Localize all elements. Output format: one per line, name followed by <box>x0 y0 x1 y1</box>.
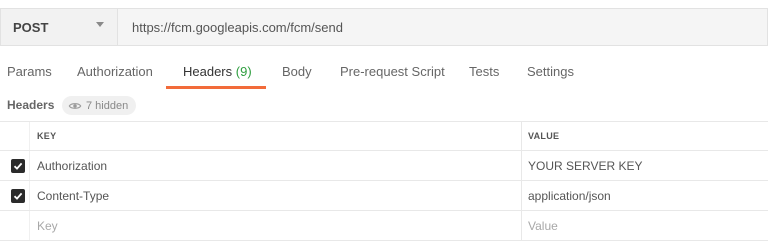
check-icon <box>13 162 23 170</box>
check-icon <box>13 192 23 200</box>
table-row: Authorization YOUR SERVER KEY <box>0 151 768 181</box>
column-divider <box>521 211 522 240</box>
chevron-down-icon <box>96 22 104 27</box>
table-header-row: KEY VALUE <box>0 121 768 151</box>
headers-table: KEY VALUE Authorization YOUR SERVER KEY … <box>0 121 768 241</box>
hidden-headers-toggle[interactable]: 7 hidden <box>62 96 137 115</box>
column-divider <box>29 211 30 240</box>
new-key-input[interactable]: Key <box>37 211 58 240</box>
tab-headers-label: Headers <box>183 64 233 79</box>
new-value-input[interactable]: Value <box>528 211 558 240</box>
request-tabs: Params Authorization Headers (9) Body Pr… <box>0 64 768 90</box>
row-checkbox[interactable] <box>11 159 25 173</box>
tab-authorization[interactable]: Authorization <box>77 64 153 79</box>
column-divider <box>29 122 30 150</box>
column-divider <box>521 122 522 150</box>
headers-title: Headers <box>7 98 55 112</box>
header-key-cell[interactable]: Authorization <box>37 151 107 180</box>
column-divider <box>521 181 522 210</box>
row-checkbox[interactable] <box>11 189 25 203</box>
column-divider <box>521 151 522 180</box>
tab-pre-request-script[interactable]: Pre-request Script <box>340 64 445 79</box>
hidden-headers-label: 7 hidden <box>86 99 129 112</box>
tab-tests[interactable]: Tests <box>469 64 499 79</box>
tab-settings[interactable]: Settings <box>527 64 574 79</box>
column-divider <box>29 181 30 210</box>
tab-headers-count: (9) <box>235 64 252 79</box>
column-header-value: VALUE <box>528 131 560 141</box>
tab-params[interactable]: Params <box>7 64 52 79</box>
method-select[interactable]: POST <box>0 8 117 46</box>
table-row: Content-Type application/json <box>0 181 768 211</box>
tab-headers[interactable]: Headers (9) <box>183 64 252 79</box>
header-value-cell[interactable]: application/json <box>528 181 611 210</box>
url-input[interactable]: https://fcm.googleapis.com/fcm/send <box>117 8 768 46</box>
column-header-key: KEY <box>37 131 57 141</box>
method-label: POST <box>13 19 49 35</box>
table-row-new: Key Value <box>0 211 768 241</box>
column-divider <box>29 151 30 180</box>
tab-body[interactable]: Body <box>282 64 312 79</box>
request-bar: POST https://fcm.googleapis.com/fcm/send <box>0 8 768 46</box>
header-value-cell[interactable]: YOUR SERVER KEY <box>528 151 642 180</box>
active-tab-indicator <box>166 86 266 89</box>
headers-subbar: Headers 7 hidden <box>0 96 768 116</box>
eye-icon <box>68 102 82 109</box>
header-key-cell[interactable]: Content-Type <box>37 181 109 210</box>
